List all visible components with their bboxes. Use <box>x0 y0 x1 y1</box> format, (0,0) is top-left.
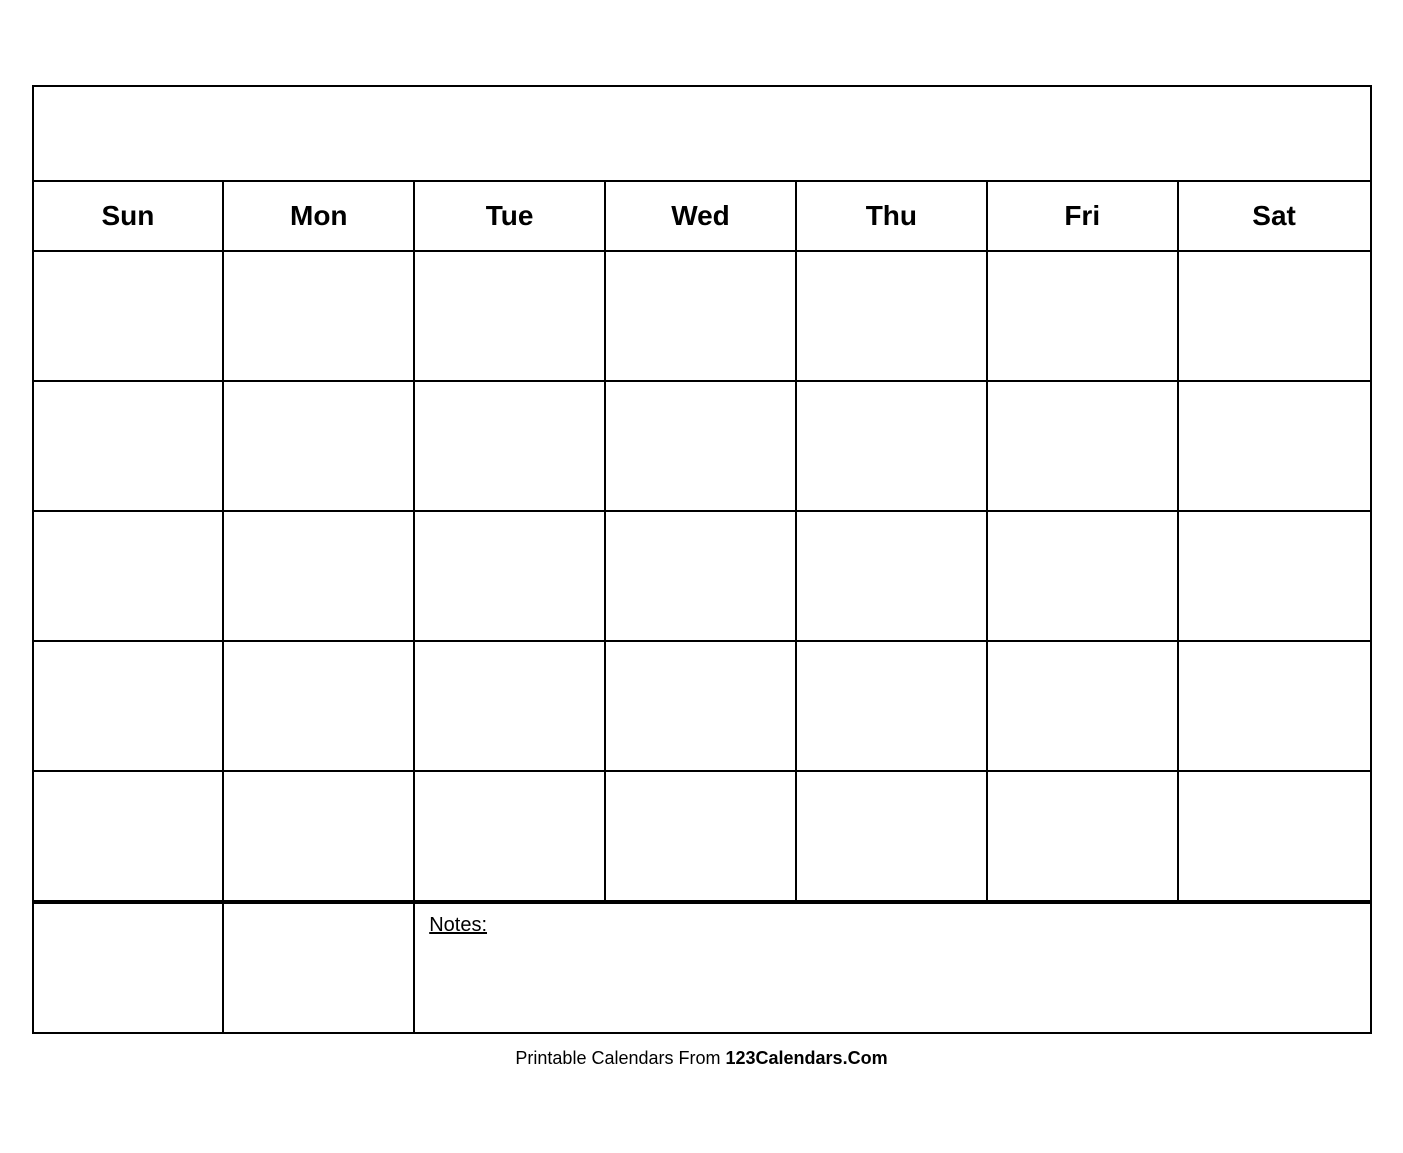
cell-r2-mon <box>224 382 415 510</box>
cell-notes-sun <box>34 904 225 1032</box>
cell-r2-sat <box>1179 382 1370 510</box>
cell-r2-sun <box>34 382 225 510</box>
cell-r1-tue <box>415 252 606 380</box>
cell-r3-sat <box>1179 512 1370 640</box>
cell-r4-thu <box>797 642 988 770</box>
footer-text-bold: 123Calendars.Com <box>726 1048 888 1068</box>
calendar-row-5 <box>34 772 1370 902</box>
cell-r4-wed <box>606 642 797 770</box>
header-mon: Mon <box>224 182 415 250</box>
cell-r3-fri <box>988 512 1179 640</box>
cell-r4-mon <box>224 642 415 770</box>
footer-text-normal: Printable Calendars From <box>515 1048 725 1068</box>
cell-r3-tue <box>415 512 606 640</box>
cell-r3-sun <box>34 512 225 640</box>
cell-notes-mon <box>224 904 415 1032</box>
cell-r1-thu <box>797 252 988 380</box>
notes-label: Notes: <box>429 914 487 936</box>
cell-r4-fri <box>988 642 1179 770</box>
cell-r5-sun <box>34 772 225 900</box>
footer: Printable Calendars From 123Calendars.Co… <box>515 1034 887 1069</box>
cell-r5-thu <box>797 772 988 900</box>
calendar-header: Sun Mon Tue Wed Thu Fri Sat <box>34 182 1370 252</box>
header-thu: Thu <box>797 182 988 250</box>
cell-r5-fri <box>988 772 1179 900</box>
calendar-body: Notes: <box>34 252 1370 1032</box>
cell-r2-fri <box>988 382 1179 510</box>
cell-r1-mon <box>224 252 415 380</box>
notes-row: Notes: <box>34 902 1370 1032</box>
calendar-row-2 <box>34 382 1370 512</box>
calendar-row-1 <box>34 252 1370 382</box>
header-fri: Fri <box>988 182 1179 250</box>
cell-r1-fri <box>988 252 1179 380</box>
cell-r2-tue <box>415 382 606 510</box>
cell-r1-sat <box>1179 252 1370 380</box>
header-wed: Wed <box>606 182 797 250</box>
notes-content[interactable]: Notes: <box>415 904 1369 1032</box>
cell-r3-wed <box>606 512 797 640</box>
cell-r4-tue <box>415 642 606 770</box>
cell-r3-mon <box>224 512 415 640</box>
calendar-row-3 <box>34 512 1370 642</box>
calendar-row-4 <box>34 642 1370 772</box>
cell-r1-wed <box>606 252 797 380</box>
cell-r2-thu <box>797 382 988 510</box>
cell-r3-thu <box>797 512 988 640</box>
cell-r2-wed <box>606 382 797 510</box>
header-sun: Sun <box>34 182 225 250</box>
header-sat: Sat <box>1179 182 1370 250</box>
cell-r5-sat <box>1179 772 1370 900</box>
cell-r4-sat <box>1179 642 1370 770</box>
cell-r5-mon <box>224 772 415 900</box>
cell-r4-sun <box>34 642 225 770</box>
header-tue: Tue <box>415 182 606 250</box>
calendar-title-row <box>34 87 1370 182</box>
calendar-wrapper: Sun Mon Tue Wed Thu Fri Sat <box>32 85 1372 1034</box>
cell-r5-tue <box>415 772 606 900</box>
cell-r1-sun <box>34 252 225 380</box>
cell-r5-wed <box>606 772 797 900</box>
